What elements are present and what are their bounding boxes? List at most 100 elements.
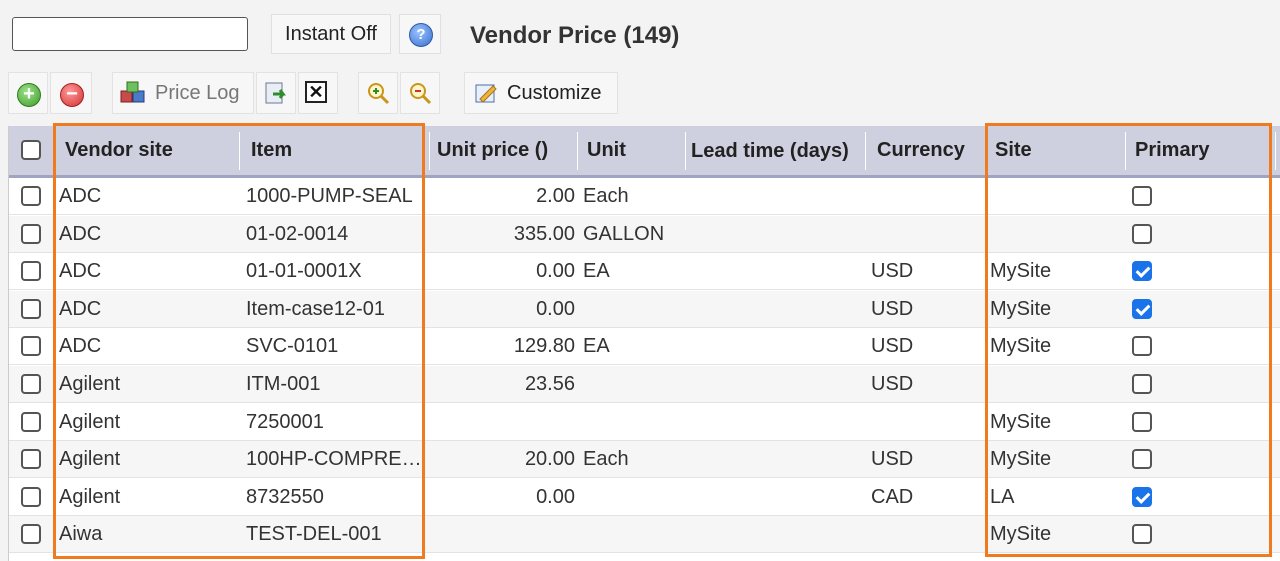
select-all-checkbox[interactable] xyxy=(21,140,41,160)
primary-checkbox[interactable] xyxy=(1132,336,1152,357)
primary-checkbox[interactable] xyxy=(1132,298,1152,319)
add-circle-icon: + xyxy=(17,83,41,107)
customize-label: Customize xyxy=(507,82,602,104)
cell-unit-price: 335.00 xyxy=(513,222,575,245)
cell-site: MySite xyxy=(990,335,1052,358)
primary-checkbox[interactable] xyxy=(1132,374,1152,394)
cell-unit-price: 20.00 xyxy=(524,448,575,471)
cell-site xyxy=(990,366,1120,403)
cell-item: 7250001 xyxy=(246,410,324,433)
cell-unit-price: 0.00 xyxy=(536,485,575,508)
primary-checkbox[interactable] xyxy=(1132,186,1152,206)
cell-vendor-site: Agilent xyxy=(59,373,121,395)
cell-unit-price xyxy=(433,404,575,441)
add-button[interactable]: + xyxy=(8,72,48,114)
cell-unit-price: 0.00 xyxy=(536,260,575,283)
cell-currency: USD xyxy=(871,373,914,395)
primary-checkbox[interactable] xyxy=(1132,524,1152,545)
cell-vendor-site: Agilent xyxy=(59,410,121,433)
cell-currency: CAD xyxy=(871,485,914,508)
primary-checkbox[interactable] xyxy=(1132,261,1152,282)
cell-vendor-site: ADC xyxy=(59,222,102,245)
column-header-site[interactable]: Site xyxy=(989,126,1119,175)
column-header-primary[interactable]: Primary xyxy=(1129,126,1269,175)
cell-unit: Each xyxy=(583,185,629,207)
table-row[interactable]: ADC Item-case12-01 0.00 USD MySite xyxy=(9,290,1280,328)
cell-vendor-site: ADC xyxy=(59,297,102,320)
column-header-unit-price[interactable]: Unit price () xyxy=(431,126,577,175)
row-select-checkbox[interactable] xyxy=(21,449,41,470)
column-header-item[interactable]: Item xyxy=(245,126,425,175)
cell-site xyxy=(990,216,1120,253)
table-row[interactable]: Agilent ITM-001 23.56 USD xyxy=(9,366,1280,403)
row-select-checkbox[interactable] xyxy=(21,298,41,319)
cell-item: 01-02-0014 xyxy=(246,222,349,245)
cell-item: 1000-PUMP-SEAL xyxy=(246,185,413,207)
table-row[interactable]: Agilent 7250001 MySite xyxy=(9,404,1280,441)
table-row[interactable]: Agilent 100HP-COMPRE… 20.00 Each USD MySite xyxy=(9,441,1280,479)
cell-vendor-site: Agilent xyxy=(59,485,121,508)
column-header-vendor-site[interactable]: Vendor site xyxy=(59,126,239,175)
price-log-label: Price Log xyxy=(155,82,240,104)
primary-checkbox[interactable] xyxy=(1132,449,1152,470)
zoom-in-button[interactable] xyxy=(358,72,398,114)
table-row[interactable]: ADC 01-01-0001X 0.00 EA USD MySite xyxy=(9,253,1280,291)
column-header-unit[interactable]: Unit xyxy=(581,126,681,175)
table-row[interactable]: ADC SVC-0101 129.80 EA USD MySite xyxy=(9,328,1280,366)
cell-currency: USD xyxy=(871,260,914,283)
cell-currency: USD xyxy=(871,297,914,320)
cell-unit-price: 129.80 xyxy=(513,335,575,358)
row-select-checkbox[interactable] xyxy=(21,411,41,432)
cell-currency xyxy=(871,516,971,553)
row-select-checkbox[interactable] xyxy=(21,336,41,357)
remove-button[interactable]: − xyxy=(50,72,92,114)
zoom-out-icon xyxy=(410,83,432,105)
export-button[interactable] xyxy=(256,72,296,114)
search-input[interactable] xyxy=(12,17,248,51)
cell-vendor-site: Agilent xyxy=(59,448,121,471)
zoom-in-icon xyxy=(368,83,390,105)
help-button[interactable]: ? xyxy=(399,14,441,54)
primary-checkbox[interactable] xyxy=(1132,223,1152,244)
row-select-checkbox[interactable] xyxy=(21,486,41,507)
table-row[interactable]: Agilent 8732550 0.00 CAD LA xyxy=(9,479,1280,516)
grid-header: Vendor site Item Unit price () Unit Lead… xyxy=(9,126,1280,178)
cell-currency xyxy=(871,216,971,253)
cell-item: SVC-0101 xyxy=(246,335,339,358)
cell-unit-price xyxy=(433,516,575,553)
cell-unit: GALLON xyxy=(583,222,665,245)
question-circle-icon: ? xyxy=(409,23,433,47)
table-row[interactable]: Aiwa TEST-DEL-001 MySite xyxy=(9,516,1280,554)
customize-button[interactable]: Customize xyxy=(464,72,618,114)
cell-vendor-site: ADC xyxy=(59,260,102,283)
row-select-checkbox[interactable] xyxy=(21,374,41,394)
cell-vendor-site: Aiwa xyxy=(59,523,103,546)
zoom-out-button[interactable] xyxy=(400,72,440,114)
cell-site: MySite xyxy=(990,448,1052,471)
row-select-checkbox[interactable] xyxy=(21,261,41,282)
column-header-currency[interactable]: Currency xyxy=(871,126,967,175)
close-icon: ✕ xyxy=(305,81,327,103)
table-row[interactable]: ADC 1000-PUMP-SEAL 2.00 Each xyxy=(9,178,1280,215)
row-select-checkbox[interactable] xyxy=(21,223,41,244)
cell-site: MySite xyxy=(990,260,1052,283)
cell-unit: EA xyxy=(583,335,610,358)
price-log-button[interactable]: Price Log xyxy=(112,72,254,114)
clear-button[interactable]: ✕ xyxy=(298,72,338,114)
cell-vendor-site: ADC xyxy=(59,185,102,207)
row-select-checkbox[interactable] xyxy=(21,186,41,206)
column-header-lead-time[interactable]: Lead time (days) xyxy=(685,126,865,175)
vendor-price-grid: Vendor site Item Unit price () Unit Lead… xyxy=(8,123,1280,561)
cell-unit-price: 2.00 xyxy=(536,185,575,207)
cell-item: 01-01-0001X xyxy=(246,260,362,283)
row-select-checkbox[interactable] xyxy=(21,524,41,545)
table-row[interactable]: ADC 01-02-0014 335.00 GALLON xyxy=(9,215,1280,253)
cell-currency: USD xyxy=(871,335,914,358)
primary-checkbox[interactable] xyxy=(1132,411,1152,432)
cell-unit: Each xyxy=(583,448,629,471)
cell-currency xyxy=(871,178,971,215)
cell-unit-price: 23.56 xyxy=(524,373,575,395)
primary-checkbox[interactable] xyxy=(1132,486,1152,507)
cell-unit xyxy=(583,366,683,403)
instant-off-button[interactable]: Instant Off xyxy=(271,14,391,54)
